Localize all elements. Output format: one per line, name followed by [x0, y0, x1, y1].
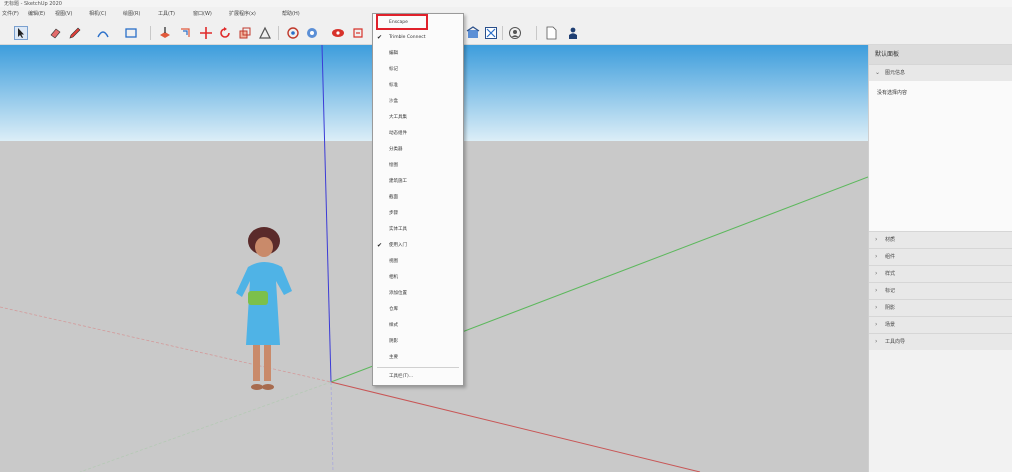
- menu-item-tags[interactable]: 标记: [373, 63, 463, 76]
- tray-section-scenes[interactable]: › 场景: [869, 316, 1012, 333]
- menu-draw[interactable]: 绘图(R): [123, 10, 140, 17]
- toolbar-separator: [502, 26, 503, 40]
- chevron-right-icon: ›: [875, 338, 878, 345]
- person-icon[interactable]: [566, 26, 580, 40]
- orbit-icon[interactable]: [286, 26, 300, 40]
- menu-item-shadows[interactable]: 阴影: [373, 335, 463, 348]
- toolbar-separator: [536, 26, 537, 40]
- default-tray: 默认面板 ⌄ 图元信息 没有选择内容 › 材质 › 组件 › 样式 › 标记 ›…: [868, 45, 1012, 472]
- menu-tools[interactable]: 工具(T): [158, 10, 175, 17]
- zoom-icon[interactable]: [331, 26, 345, 40]
- entity-info-text: 没有选择内容: [877, 90, 908, 96]
- tray-section-components[interactable]: › 组件: [869, 248, 1012, 265]
- window-title: 无标题 - SketchUp 2020: [4, 1, 62, 7]
- menu-view[interactable]: 视图(V): [55, 10, 72, 17]
- menu-item-add-location[interactable]: 添加位置: [373, 287, 463, 300]
- entity-info-body: 没有选择内容: [869, 81, 1012, 236]
- zoom-extents-icon[interactable]: [351, 26, 365, 40]
- select-icon[interactable]: [14, 26, 28, 40]
- chevron-right-icon: ›: [875, 253, 878, 260]
- menu-divider: [377, 367, 459, 368]
- eraser-icon[interactable]: [48, 26, 62, 40]
- move-icon[interactable]: [199, 26, 213, 40]
- toolbar-separator: [150, 26, 151, 40]
- main-toolbar: [0, 22, 1012, 45]
- menu-item-standard[interactable]: 标准: [373, 79, 463, 92]
- menu-item-dynamic-components[interactable]: 动态组件: [373, 127, 463, 140]
- menu-item-construction[interactable]: 建筑施工: [373, 175, 463, 188]
- menu-item-enscape[interactable]: Enscape: [373, 16, 463, 29]
- toolbar-separator: [278, 26, 279, 40]
- pan-icon[interactable]: [305, 26, 319, 40]
- offset-icon[interactable]: [178, 26, 192, 40]
- account-icon[interactable]: [508, 26, 522, 40]
- tray-title: 默认面板: [869, 45, 1012, 64]
- entity-info-header[interactable]: ⌄ 图元信息: [869, 64, 1012, 81]
- menu-window[interactable]: 窗口(W): [193, 10, 212, 17]
- menu-item-principal[interactable]: 主要: [373, 351, 463, 364]
- menu-item-styles[interactable]: 样式: [373, 319, 463, 332]
- title-bar: 无标题 - SketchUp 2020: [0, 0, 1012, 7]
- menu-item-warehouse[interactable]: 仓库: [373, 303, 463, 316]
- menu-extensions[interactable]: 扩展程序(x): [229, 10, 256, 17]
- menu-item-classifier[interactable]: 分类器: [373, 143, 463, 156]
- tray-section-materials[interactable]: › 材质: [869, 231, 1012, 248]
- chevron-right-icon: ›: [875, 287, 878, 294]
- toolbars-menu: Enscape ✔ Trimble Connect 编辑 标记 标准 沙盒 大工具…: [372, 13, 464, 386]
- menu-item-section[interactable]: 截面: [373, 191, 463, 204]
- chevron-right-icon: ›: [875, 236, 878, 243]
- warehouse-icon[interactable]: [466, 26, 480, 40]
- tray-section-shadows[interactable]: › 阴影: [869, 299, 1012, 316]
- tray-section-styles[interactable]: › 样式: [869, 265, 1012, 282]
- chevron-right-icon: ›: [875, 270, 878, 277]
- tray-section-instructor[interactable]: › 工具向导: [869, 333, 1012, 350]
- menu-help[interactable]: 帮助(H): [282, 10, 300, 17]
- menu-item-steps[interactable]: 步骤: [373, 207, 463, 220]
- menu-item-getting-started[interactable]: ✔ 使用入门: [373, 239, 463, 252]
- menu-item-toolbars-dialog[interactable]: 工具栏(T)...: [373, 370, 463, 383]
- menu-file[interactable]: 文件(F): [2, 10, 19, 17]
- menu-edit[interactable]: 编辑(E): [28, 10, 45, 17]
- menu-item-large-tool-set[interactable]: 大工具集: [373, 111, 463, 124]
- check-icon: ✔: [377, 242, 383, 249]
- arc-icon[interactable]: [96, 26, 110, 40]
- chevron-right-icon: ›: [875, 321, 878, 328]
- chevron-right-icon: ›: [875, 304, 878, 311]
- rotate-icon[interactable]: [218, 26, 232, 40]
- tape-icon[interactable]: [258, 26, 272, 40]
- menu-item-drawing[interactable]: 绘图: [373, 159, 463, 172]
- rectangle-icon[interactable]: [124, 26, 138, 40]
- menu-bar: 文件(F) 编辑(E) 视图(V) 相机(C) 绘图(R) 工具(T) 窗口(W…: [0, 7, 1012, 22]
- push-pull-icon[interactable]: [158, 26, 172, 40]
- menu-item-solid-tools[interactable]: 实体工具: [373, 223, 463, 236]
- check-icon: ✔: [377, 34, 383, 41]
- pencil-icon[interactable]: [68, 26, 82, 40]
- menu-item-views[interactable]: 视图: [373, 255, 463, 268]
- menu-item-sandbox[interactable]: 沙盒: [373, 95, 463, 108]
- menu-camera[interactable]: 相机(C): [89, 10, 106, 17]
- menu-item-camera[interactable]: 相机: [373, 271, 463, 284]
- menu-item-trimble-connect[interactable]: ✔ Trimble Connect: [373, 31, 463, 44]
- tray-section-tags[interactable]: › 标记: [869, 282, 1012, 299]
- menu-item-edit[interactable]: 编辑: [373, 47, 463, 60]
- extension-icon[interactable]: [484, 26, 498, 40]
- chevron-down-icon: ⌄: [875, 69, 881, 76]
- scale-icon[interactable]: [238, 26, 252, 40]
- new-file-icon[interactable]: [544, 26, 558, 40]
